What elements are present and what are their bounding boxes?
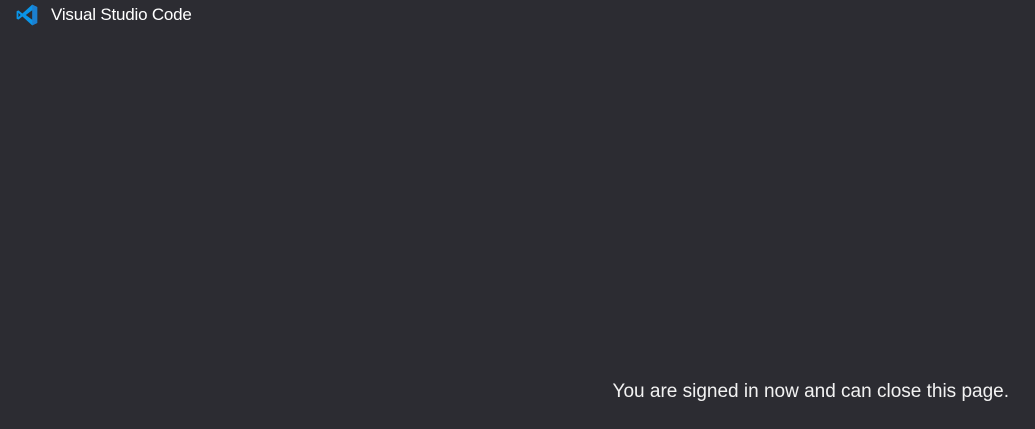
brand-header: Visual Studio Code xyxy=(15,3,192,27)
signed-in-message: You are signed in now and can close this… xyxy=(612,381,1009,402)
vscode-logo-icon xyxy=(15,3,39,27)
app-title: Visual Studio Code xyxy=(51,5,192,24)
